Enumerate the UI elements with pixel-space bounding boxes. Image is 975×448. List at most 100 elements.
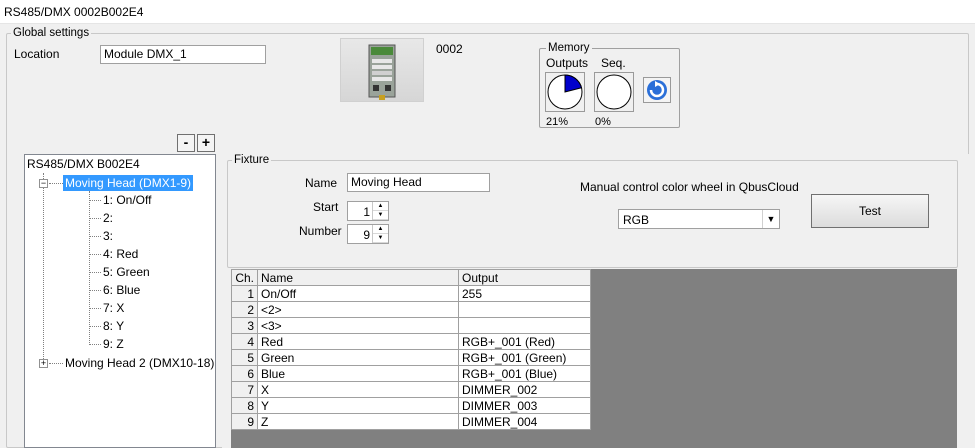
number-spinner-arrows[interactable]: ▲ ▼ [372, 225, 388, 243]
tree-line [89, 308, 101, 309]
table-row[interactable]: 5 Green RGB+_001 (Green) [231, 349, 591, 366]
table-row[interactable]: 3 <3> [231, 317, 591, 334]
tree-line [89, 254, 101, 255]
tree-line [49, 183, 63, 184]
cell-ch: 7 [231, 381, 258, 398]
table-row[interactable]: 4 Red RGB+_001 (Red) [231, 333, 591, 350]
outputs-pie-chart [547, 74, 583, 110]
expand-all-button[interactable]: + [197, 134, 215, 152]
spin-up-icon[interactable]: ▲ [373, 202, 388, 211]
fixture-name-field[interactable]: Moving Head [347, 173, 490, 192]
color-wheel-label: Manual control color wheel in QbusCloud [580, 180, 799, 194]
cell-output[interactable]: RGB+_001 (Blue) [458, 365, 591, 382]
table-row[interactable]: 8 Y DIMMER_003 [231, 397, 591, 414]
expand-node-icon[interactable]: + [39, 359, 48, 368]
table-row[interactable]: 2 <2> [231, 301, 591, 318]
window-title: RS485/DMX 0002B002E4 [4, 5, 144, 19]
tree-channel-1[interactable]: 1: On/Off [103, 192, 151, 208]
number-spinner[interactable]: 9 ▲ ▼ [347, 224, 389, 244]
global-settings-label: Global settings [11, 27, 92, 40]
tree-line [89, 344, 101, 345]
seq-label: Seq. [601, 56, 626, 70]
color-wheel-value: RGB [623, 213, 650, 227]
cell-name[interactable]: <2> [257, 301, 459, 318]
tree-channel-7[interactable]: 7: X [103, 300, 124, 316]
cell-name[interactable]: Blue [257, 365, 459, 382]
table-row[interactable]: 7 X DIMMER_002 [231, 381, 591, 398]
start-spinner-arrows[interactable]: ▲ ▼ [372, 202, 388, 220]
cell-output[interactable] [458, 317, 591, 334]
cell-ch: 8 [231, 397, 258, 414]
seq-pie-chart [596, 74, 632, 110]
refresh-icon [647, 80, 667, 100]
table-row[interactable]: 6 Blue RGB+_001 (Blue) [231, 365, 591, 382]
device-image [340, 38, 424, 102]
tree-node-moving-head-2[interactable]: Moving Head 2 (DMX10-18) [65, 355, 214, 371]
column-header-name[interactable]: Name [257, 269, 459, 286]
title-bar: RS485/DMX 0002B002E4 [0, 0, 975, 24]
tree-channel-9[interactable]: 9: Z [103, 336, 124, 352]
cell-name[interactable]: Z [257, 413, 459, 430]
tree-line [89, 290, 101, 291]
fixture-tree[interactable]: RS485/DMX B002E4 − Moving Head (DMX1-9) … [24, 154, 216, 448]
column-header-ch[interactable]: Ch. [231, 269, 258, 286]
test-button[interactable]: Test [811, 194, 929, 228]
cell-ch: 2 [231, 301, 258, 318]
cell-name[interactable]: Green [257, 349, 459, 366]
cell-name[interactable]: X [257, 381, 459, 398]
fixture-name-label: Name [305, 176, 338, 190]
spin-up-icon[interactable]: ▲ [373, 225, 388, 234]
outputs-percent: 21% [546, 116, 569, 128]
cell-output[interactable]: RGB+_001 (Green) [458, 349, 591, 366]
cell-ch: 5 [231, 349, 258, 366]
location-field[interactable]: Module DMX_1 [100, 45, 266, 64]
cell-output[interactable] [458, 301, 591, 318]
tree-channel-3[interactable]: 3: [103, 228, 113, 244]
number-label: Number [299, 224, 342, 238]
cell-name[interactable]: On/Off [257, 285, 459, 302]
start-label: Start [313, 200, 339, 214]
dmx-module-icon [368, 44, 396, 100]
cell-ch: 9 [231, 413, 258, 430]
tree-channel-8[interactable]: 8: Y [103, 318, 124, 334]
cell-output[interactable]: 255 [458, 285, 591, 302]
tree-channel-5[interactable]: 5: Green [103, 264, 150, 280]
cell-ch: 6 [231, 365, 258, 382]
cell-output[interactable]: DIMMER_004 [458, 413, 591, 430]
spin-down-icon[interactable]: ▼ [373, 211, 388, 220]
cell-name[interactable]: <3> [257, 317, 459, 334]
tree-line [89, 272, 101, 273]
tree-line [89, 326, 101, 327]
tree-node-moving-head[interactable]: Moving Head (DMX1-9) [63, 175, 194, 191]
cell-name[interactable]: Y [257, 397, 459, 414]
dropdown-arrow-icon[interactable]: ▼ [762, 210, 779, 228]
tree-line [89, 236, 101, 237]
color-wheel-select[interactable]: RGB ▼ [618, 209, 780, 229]
channel-grid[interactable]: Ch. Name Output 1 On/Off 255 2 <2> 3 <3>… [231, 269, 591, 430]
cell-ch: 1 [231, 285, 258, 302]
tree-channel-6[interactable]: 6: Blue [103, 282, 140, 298]
collapse-node-icon[interactable]: − [39, 179, 48, 188]
number-value: 9 [363, 228, 370, 242]
cell-name[interactable]: Red [257, 333, 459, 350]
table-row[interactable]: 1 On/Off 255 [231, 285, 591, 302]
tree-root[interactable]: RS485/DMX B002E4 [27, 156, 140, 172]
tree-line [89, 191, 90, 345]
cell-output[interactable]: DIMMER_002 [458, 381, 591, 398]
table-row[interactable]: 9 Z DIMMER_004 [231, 413, 591, 430]
location-label: Location [14, 47, 60, 61]
spin-down-icon[interactable]: ▼ [373, 234, 388, 243]
start-spinner[interactable]: 1 ▲ ▼ [347, 201, 389, 221]
cell-output[interactable]: DIMMER_003 [458, 397, 591, 414]
seq-percent: 0% [595, 116, 611, 128]
cell-output[interactable]: RGB+_001 (Red) [458, 333, 591, 350]
refresh-button[interactable] [643, 77, 671, 103]
tree-channel-4[interactable]: 4: Red [103, 246, 138, 262]
grid-header-row: Ch. Name Output [231, 269, 591, 286]
device-id: 0002 [436, 42, 463, 56]
tree-channel-2[interactable]: 2: [103, 210, 113, 226]
collapse-all-button[interactable]: - [177, 134, 195, 152]
fixture-label: Fixture [232, 154, 272, 167]
column-header-output[interactable]: Output [458, 269, 591, 286]
tree-line [89, 200, 101, 201]
